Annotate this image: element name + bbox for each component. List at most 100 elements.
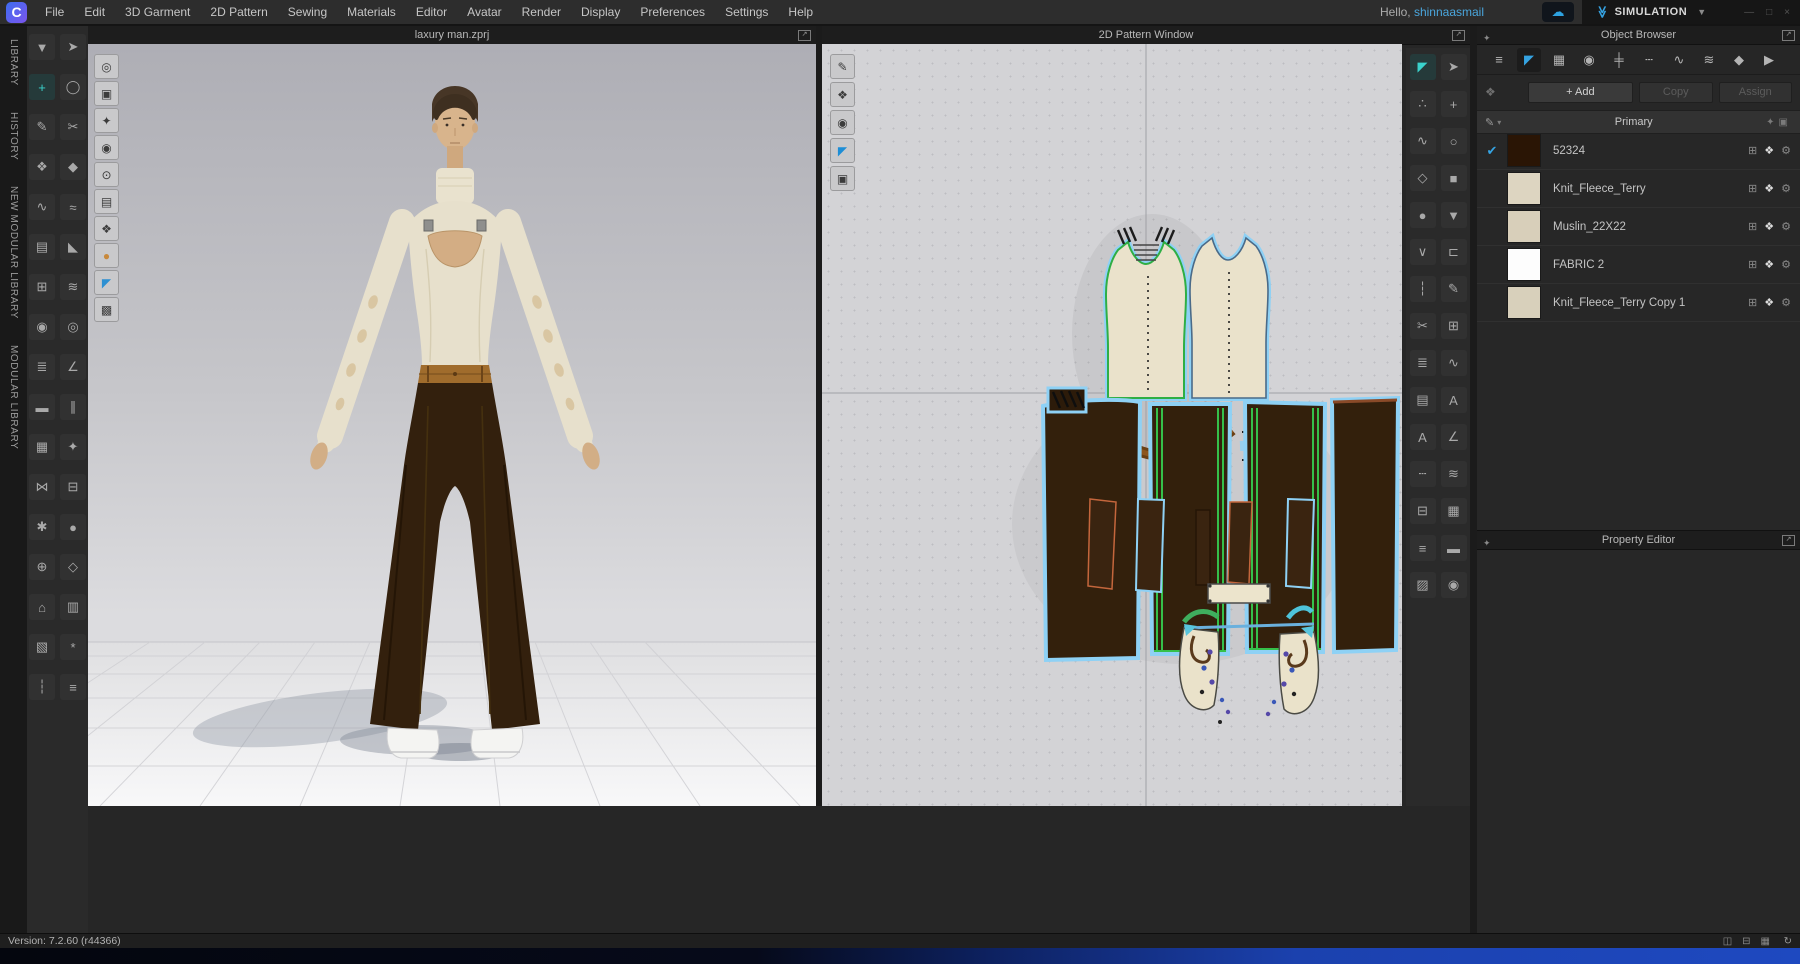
- baseline-icon[interactable]: ≡: [1410, 535, 1436, 561]
- menu-file[interactable]: File: [35, 0, 74, 24]
- fabric-swatch[interactable]: [1507, 134, 1541, 167]
- menu-avatar[interactable]: Avatar: [457, 0, 511, 24]
- puckering-tab-icon[interactable]: ≋: [1697, 48, 1721, 72]
- texture-edit-icon[interactable]: ▨: [1410, 572, 1436, 598]
- edit-curve-icon[interactable]: ∿: [1410, 128, 1436, 154]
- refresh-icon[interactable]: ↻: [1784, 934, 1792, 949]
- select-lasso-icon[interactable]: ◯: [60, 74, 86, 100]
- topstitch-icon[interactable]: ┆: [29, 674, 55, 700]
- fabric-settings-icon[interactable]: ⚙: [1781, 182, 1791, 195]
- fabric-row[interactable]: Knit_Fleece_Terry Copy 1⊞❖⚙: [1477, 284, 1800, 322]
- add-colorway-icon[interactable]: ⊞: [1748, 220, 1757, 233]
- cloud-sync-icon[interactable]: ☁: [1542, 2, 1574, 22]
- popout-icon[interactable]: ↗: [1782, 535, 1795, 546]
- show-fabric-icon[interactable]: ◤: [94, 270, 119, 295]
- snapshot-icon[interactable]: ⊙: [94, 162, 119, 187]
- scissors-icon[interactable]: ✂: [60, 114, 86, 140]
- add-point-icon[interactable]: +: [1441, 91, 1467, 117]
- pattern-pants-panels[interactable]: [1043, 388, 1398, 660]
- assign-fabric-button[interactable]: Assign: [1719, 82, 1792, 103]
- sidebar-tab-history[interactable]: HISTORY: [8, 112, 19, 160]
- add-colorway-icon[interactable]: ⊞: [1748, 296, 1757, 309]
- viewport-3d-canvas[interactable]: ◎▣✦◉⊙▤❖●◤▩: [88, 44, 816, 806]
- fabric-sheet-icon[interactable]: ❖: [1764, 220, 1774, 233]
- texture-tab-icon[interactable]: ▦: [1547, 48, 1571, 72]
- layout-grid-icon[interactable]: ▦: [1761, 934, 1770, 949]
- avatar-silhouette-icon[interactable]: ◉: [830, 110, 855, 135]
- fabric-sheet-icon[interactable]: ❖: [1764, 258, 1774, 271]
- curve-point-icon[interactable]: ○: [1441, 128, 1467, 154]
- select-move-icon[interactable]: ➤: [60, 34, 86, 60]
- camera-icon[interactable]: ◉: [94, 135, 119, 160]
- seam-allowance-icon[interactable]: ⊏: [1441, 239, 1467, 265]
- menu-editor[interactable]: Editor: [406, 0, 457, 24]
- pattern-vest-back[interactable]: [1190, 238, 1268, 398]
- accessory-icon[interactable]: *: [60, 634, 86, 660]
- menu-preferences[interactable]: Preferences: [630, 0, 715, 24]
- fabric-view-icon[interactable]: ◤: [830, 138, 855, 163]
- menu-edit[interactable]: Edit: [74, 0, 115, 24]
- layout-single-icon[interactable]: ◫: [1723, 934, 1732, 949]
- pen-3d-icon[interactable]: ✎: [29, 114, 55, 140]
- rectangle-icon[interactable]: ■: [1441, 165, 1467, 191]
- select-mesh-icon[interactable]: +: [29, 74, 55, 100]
- close-button[interactable]: ×: [1784, 7, 1790, 18]
- sewing-machine-icon[interactable]: ▤: [29, 234, 55, 260]
- stitch-tab-icon[interactable]: ┄: [1637, 48, 1661, 72]
- topstitch-tab-icon[interactable]: ╪: [1607, 48, 1631, 72]
- binding-2d-icon[interactable]: ⊟: [1410, 498, 1436, 524]
- button-tab-icon[interactable]: ◉: [1577, 48, 1601, 72]
- fabric-sheet-icon[interactable]: ❖: [1764, 144, 1774, 157]
- pin-icon[interactable]: ✦: [1483, 534, 1491, 552]
- colorway-options-icons[interactable]: ✦▣: [1766, 117, 1792, 128]
- arrange-point-icon[interactable]: ⊕: [29, 554, 55, 580]
- fabric-swatch[interactable]: [1507, 210, 1541, 243]
- buttonhole-icon[interactable]: ◎: [60, 314, 86, 340]
- light-icon[interactable]: ✦: [94, 108, 119, 133]
- topstitch-2d-icon[interactable]: ┄: [1410, 461, 1436, 487]
- fabric-swatch[interactable]: [1507, 248, 1541, 281]
- fabric-row[interactable]: Knit_Fleece_Terry⊞❖⚙: [1477, 170, 1800, 208]
- trace-icon[interactable]: ✎: [1441, 276, 1467, 302]
- fabric-swatch[interactable]: [1507, 172, 1541, 205]
- view-preset-icon[interactable]: ◎: [94, 54, 119, 79]
- minimize-button[interactable]: —: [1744, 7, 1754, 18]
- layers-icon[interactable]: ▤: [94, 189, 119, 214]
- fabric-sheet-icon[interactable]: ❖: [1764, 296, 1774, 309]
- segment-sew-icon[interactable]: ∿: [29, 194, 55, 220]
- ruler-icon[interactable]: ▬: [1441, 535, 1467, 561]
- puckering-icon[interactable]: ⋈: [29, 474, 55, 500]
- add-colorway-icon[interactable]: ⊞: [1748, 182, 1757, 195]
- account-greeting[interactable]: Hello, shinnaasmail: [1380, 0, 1484, 24]
- zigzag-tab-icon[interactable]: ∿: [1667, 48, 1691, 72]
- simulate-icon[interactable]: ▼: [29, 34, 55, 60]
- menu-help[interactable]: Help: [778, 0, 823, 24]
- avatar-tool-icon[interactable]: ●: [60, 514, 86, 540]
- uv-info-icon[interactable]: ◉: [1441, 572, 1467, 598]
- garment-fit-icon[interactable]: ❖: [29, 154, 55, 180]
- panel-divider[interactable]: [1470, 26, 1477, 933]
- popout-icon[interactable]: ↗: [798, 30, 811, 41]
- fabric-row[interactable]: Muslin_22X22⊞❖⚙: [1477, 208, 1800, 246]
- tack-icon[interactable]: ◇: [60, 554, 86, 580]
- menu-2d-pattern[interactable]: 2D Pattern: [200, 0, 277, 24]
- edit-pattern-icon[interactable]: ➤: [1441, 54, 1467, 80]
- measure-icon[interactable]: ∠: [60, 354, 86, 380]
- fabric-tab-icon[interactable]: ◤: [1517, 48, 1541, 72]
- fabric-row[interactable]: ✔52324⊞❖⚙: [1477, 132, 1800, 170]
- colorway-header[interactable]: ✎ ▾ Primary ✦▣: [1477, 110, 1800, 134]
- sidebar-tab-modular-library[interactable]: MODULAR LIBRARY: [8, 345, 19, 449]
- button-icon[interactable]: ◉: [29, 314, 55, 340]
- sidebar-tab-library[interactable]: LIBRARY: [8, 39, 19, 86]
- cut-sew-icon[interactable]: ✂: [1410, 313, 1436, 339]
- scene-list-icon[interactable]: ≡: [1487, 48, 1511, 72]
- free-sew-icon[interactable]: ≈: [60, 194, 86, 220]
- expand-icon[interactable]: ⊞: [1441, 313, 1467, 339]
- fabric-settings-icon[interactable]: ⚙: [1781, 296, 1791, 309]
- flatten-icon[interactable]: ⊞: [29, 274, 55, 300]
- popout-icon[interactable]: ↗: [1452, 30, 1465, 41]
- fabric-sheet-icon[interactable]: ❖: [1764, 182, 1774, 195]
- add-colorway-icon[interactable]: ⊞: [1748, 258, 1757, 271]
- menu-materials[interactable]: Materials: [337, 0, 406, 24]
- graphic-icon[interactable]: ✦: [60, 434, 86, 460]
